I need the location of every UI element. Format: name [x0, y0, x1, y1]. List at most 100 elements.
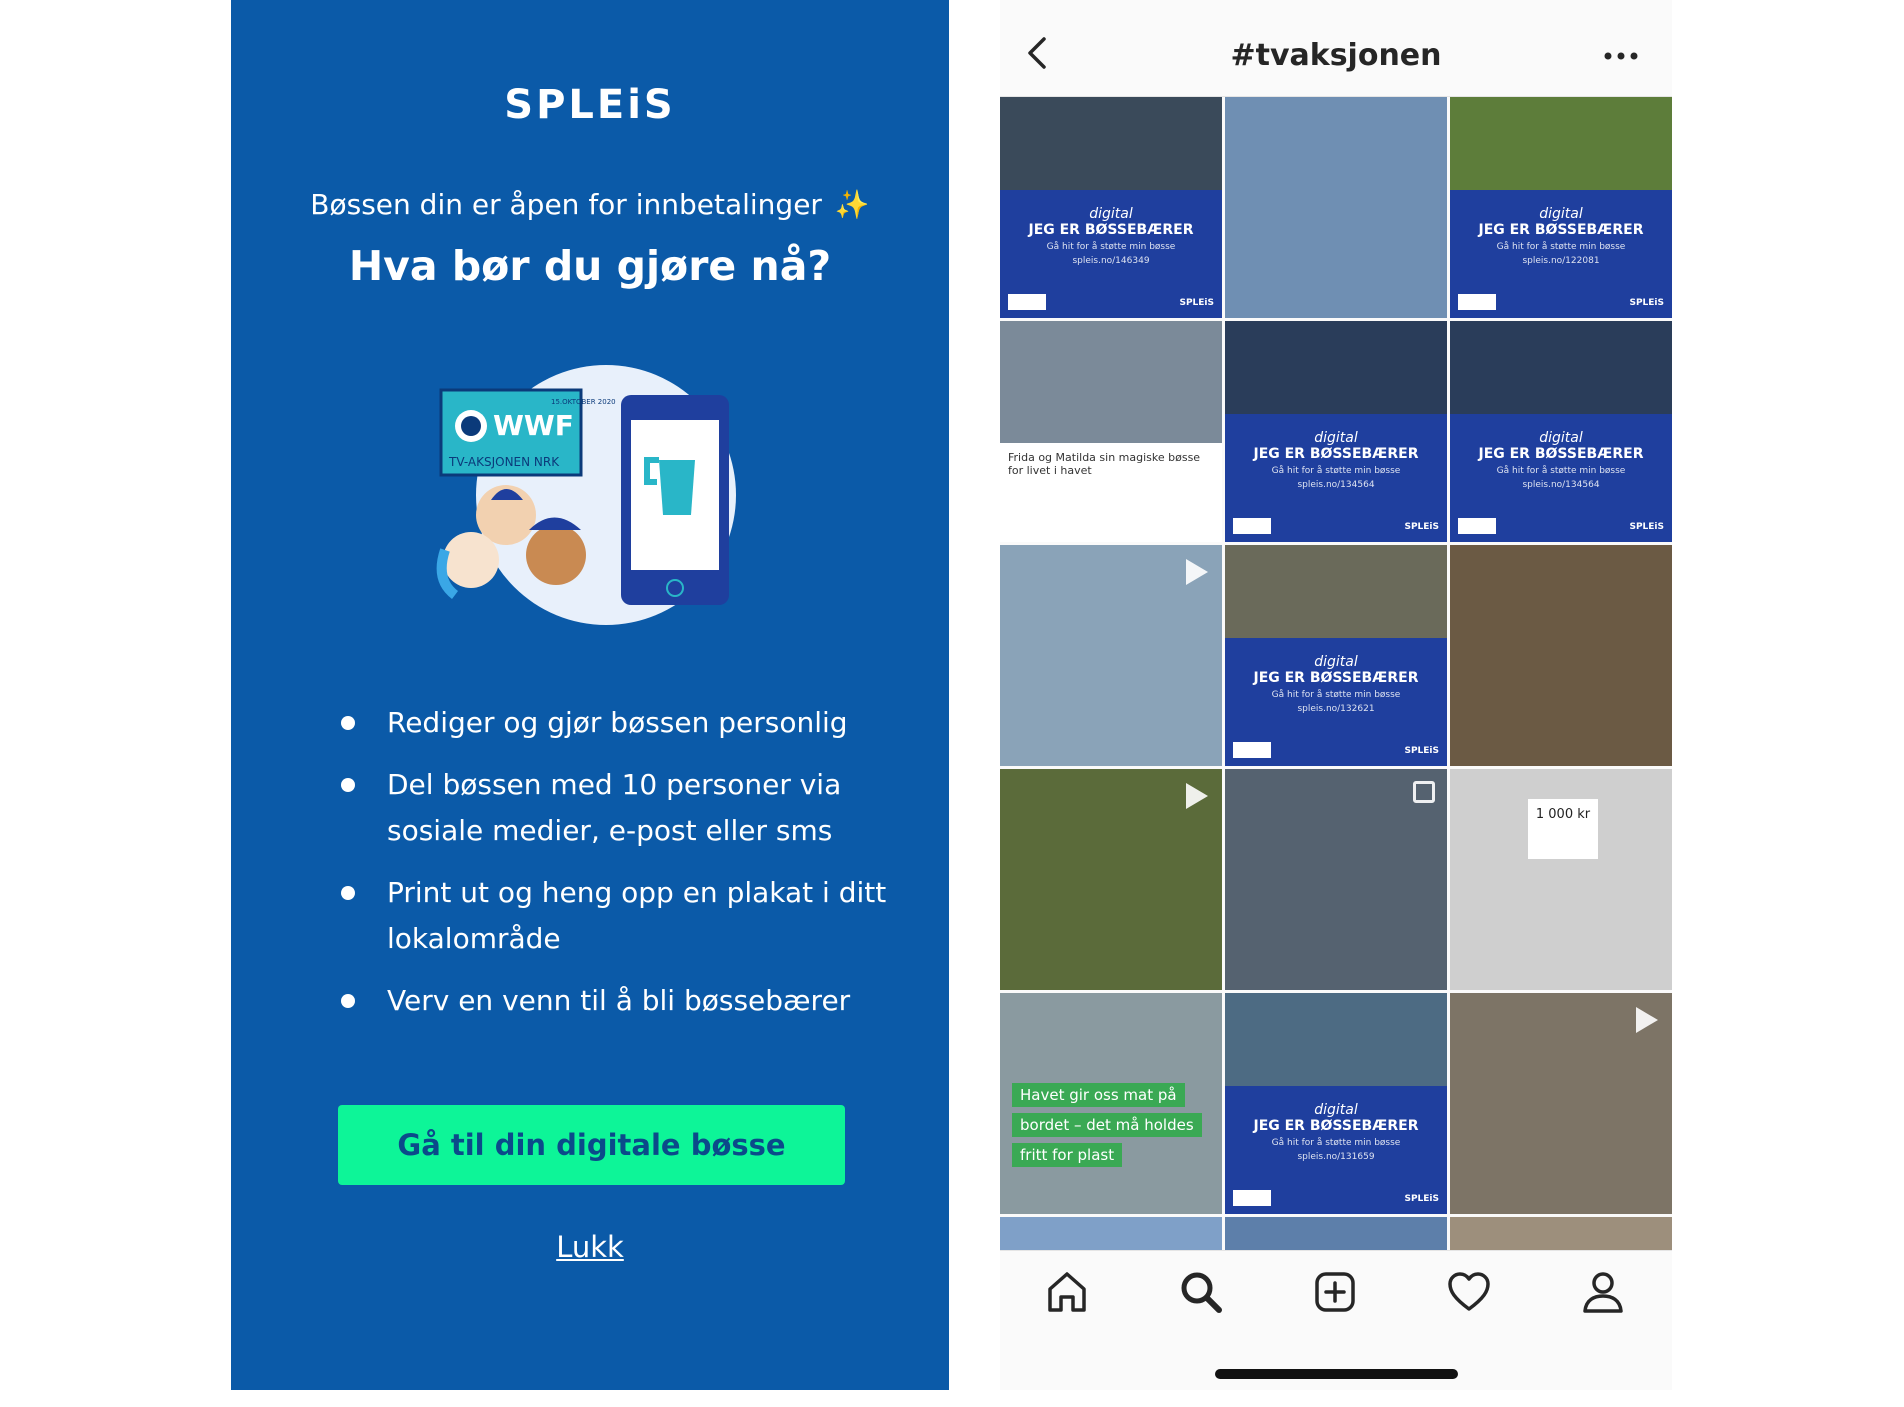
card-sub: Gå hit for å støtte min bøsse	[1271, 1137, 1401, 1148]
bossebaerer-card: digital JEG ER BØSSEBÆRER Gå hit for å stø…	[1450, 189, 1672, 318]
card-caption: JEG ER BØSSEBÆRER	[1478, 445, 1644, 462]
spleis-logo: SPLEiS	[504, 82, 676, 128]
card-text: digital JEG ER BØSSEBÆRER Gå hit for å stø…	[1225, 1102, 1447, 1162]
bossebaerer-card: digital JEG ER BØSSEBÆRER Gå hit for å stø…	[1000, 189, 1222, 318]
grid-post[interactable]: digital JEG ER BØSSEBÆRER Gå hit for å stø…	[1000, 97, 1222, 318]
todo-item: Print ut og heng opp en plakat i ditt lo…	[341, 870, 941, 962]
bossebaerer-card: digital JEG ER BØSSEBÆRER Gå hit for å stø…	[1450, 413, 1672, 542]
card-text: digital JEG ER BØSSEBÆRER Gå hit for å stø…	[1000, 206, 1222, 266]
subtitle-text: Bøssen din er åpen for innbetalinger	[310, 188, 822, 221]
more-options-icon[interactable]	[1604, 52, 1638, 60]
instagram-hashtag-screen: #tvaksjonen digital JEG ER BØSSEBÆRER Gå h…	[1000, 0, 1672, 1390]
card-caption: JEG ER BØSSEBÆRER	[1478, 221, 1644, 238]
hashtag-title: #tvaksjonen	[1230, 38, 1442, 73]
go-to-digital-box-button[interactable]: Gå til din digitale bøsse	[338, 1105, 845, 1185]
card-url: spleis.no/131659	[1297, 1151, 1375, 1162]
modal-subtitle: Bøssen din er åpen for innbetalinger ✨	[231, 188, 949, 221]
todo-item: Del bøssen med 10 personer via sosiale m…	[341, 762, 941, 854]
spleis-badge: SPLEiS	[1404, 1194, 1439, 1204]
video-play-icon	[1186, 559, 1208, 585]
card-text: digital JEG ER BØSSEBÆRER Gå hit for å stø…	[1225, 430, 1447, 490]
search-icon[interactable]	[1178, 1269, 1224, 1315]
bossebaerer-card: digital JEG ER BØSSEBÆRER Gå hit for å stø…	[1225, 637, 1447, 766]
heart-icon[interactable]	[1446, 1269, 1492, 1315]
home-indicator	[1215, 1369, 1458, 1379]
wwf-badge	[1008, 294, 1046, 310]
grid-post[interactable]: digital JEG ER BØSSEBÆRER Gå hit for å stø…	[1225, 321, 1447, 542]
card-sub: Gå hit for å støtte min bøsse	[1496, 465, 1626, 476]
card-sub: Gå hit for å støtte min bøsse	[1271, 465, 1401, 476]
grid-post[interactable]: digital JEG ER BØSSEBÆRER Gå hit for å stø…	[1450, 321, 1672, 542]
video-play-icon	[1636, 1007, 1658, 1033]
grid-post[interactable]	[1225, 769, 1447, 990]
spleis-badge: SPLEiS	[1404, 522, 1439, 532]
bottom-nav	[1000, 1250, 1672, 1390]
card-sub: Gå hit for å støtte min bøsse	[1046, 241, 1176, 252]
grid-post[interactable]: Frida og Matilda sin magiske bøsse for l…	[1000, 321, 1222, 542]
spleis-badge: SPLEiS	[1179, 298, 1214, 308]
card-caption: JEG ER BØSSEBÆRER	[1253, 1117, 1419, 1134]
card-url: spleis.no/134564	[1297, 479, 1375, 490]
grid-post[interactable]	[1225, 97, 1447, 318]
card-script: digital	[1539, 205, 1583, 222]
poster-sub: TV-AKSJONEN NRK	[448, 455, 560, 469]
todo-list: Rediger og gjør bøssen personlig Del bøs…	[341, 700, 941, 1040]
grid-post[interactable]: Havet gir oss mat på bordet – det må hold…	[1000, 993, 1222, 1214]
close-link[interactable]: Lukk	[231, 1230, 949, 1264]
grid-post[interactable]	[1000, 545, 1222, 766]
grid-post[interactable]	[1450, 993, 1672, 1214]
amount-label: 1 000 kr	[1528, 799, 1598, 859]
video-play-icon	[1186, 783, 1208, 809]
spleis-badge: SPLEiS	[1629, 298, 1664, 308]
caption-line: Havet gir oss mat på	[1012, 1083, 1185, 1107]
card-text: digital JEG ER BØSSEBÆRER Gå hit for å stø…	[1450, 430, 1672, 490]
sparkle-icon: ✨	[834, 188, 870, 221]
grid-post[interactable]: 1 000 kr	[1450, 769, 1672, 990]
card-sub: Gå hit for å støtte min bøsse	[1496, 241, 1626, 252]
card-script: digital	[1314, 653, 1358, 670]
add-post-icon[interactable]	[1312, 1269, 1358, 1315]
spleis-badge: SPLEiS	[1404, 746, 1439, 756]
wwf-illustration: 15.OKTOBER 2020 WWF TV-AKSJONEN NRK	[436, 365, 736, 625]
profile-icon[interactable]	[1580, 1269, 1626, 1315]
poster-date: 15.OKTOBER 2020	[551, 398, 616, 406]
carousel-icon	[1413, 781, 1435, 803]
caption-line: fritt for plast	[1012, 1143, 1123, 1167]
poster-brand: WWF	[493, 409, 574, 442]
card-text: digital JEG ER BØSSEBÆRER Gå hit for å stø…	[1225, 654, 1447, 714]
spleis-badge: SPLEiS	[1629, 522, 1664, 532]
bossebaerer-card: digital JEG ER BØSSEBÆRER Gå hit for å stø…	[1225, 413, 1447, 542]
caption-line: bordet – det må holdes	[1012, 1113, 1202, 1137]
bossebaerer-card: digital JEG ER BØSSEBÆRER Gå hit for å stø…	[1225, 1085, 1447, 1214]
wwf-badge	[1233, 742, 1271, 758]
card-script: digital	[1089, 205, 1133, 222]
card-script: digital	[1314, 429, 1358, 446]
card-url: spleis.no/134564	[1522, 479, 1600, 490]
post-grid: digital JEG ER BØSSEBÆRER Gå hit for å stø…	[1000, 97, 1672, 1255]
todo-item: Verv en venn til å bli bøssebærer	[341, 978, 941, 1024]
grid-post[interactable]	[1000, 769, 1222, 990]
modal-heading: Hva bør du gjøre nå?	[348, 242, 832, 290]
grid-post[interactable]: digital JEG ER BØSSEBÆRER Gå hit for å stø…	[1225, 993, 1447, 1214]
top-bar: #tvaksjonen	[1000, 0, 1672, 97]
wwf-badge	[1458, 518, 1496, 534]
card-sub: Gå hit for å støtte min bøsse	[1271, 689, 1401, 700]
wwf-badge	[1458, 294, 1496, 310]
grid-post[interactable]	[1450, 545, 1672, 766]
card-caption: JEG ER BØSSEBÆRER	[1253, 669, 1419, 686]
card-url: spleis.no/146349	[1072, 255, 1150, 266]
card-caption: JEG ER BØSSEBÆRER	[1028, 221, 1194, 238]
home-icon[interactable]	[1044, 1269, 1090, 1315]
spleis-modal: SPLEiS Bøssen din er åpen for innbetalin…	[231, 0, 949, 1390]
card-text: digital JEG ER BØSSEBÆRER Gå hit for å stø…	[1450, 206, 1672, 266]
spleis-card: Frida og Matilda sin magiske bøsse for l…	[1000, 442, 1222, 542]
card-url: spleis.no/122081	[1522, 255, 1600, 266]
wwf-badge	[1233, 1190, 1271, 1206]
todo-item: Rediger og gjør bøssen personlig	[341, 700, 941, 746]
grid-post[interactable]: digital JEG ER BØSSEBÆRER Gå hit for å stø…	[1450, 97, 1672, 318]
card-script: digital	[1539, 429, 1583, 446]
card-script: digital	[1314, 1101, 1358, 1118]
card-url: spleis.no/132621	[1297, 703, 1375, 714]
wwf-badge	[1233, 518, 1271, 534]
grid-post[interactable]: digital JEG ER BØSSEBÆRER Gå hit for å stø…	[1225, 545, 1447, 766]
